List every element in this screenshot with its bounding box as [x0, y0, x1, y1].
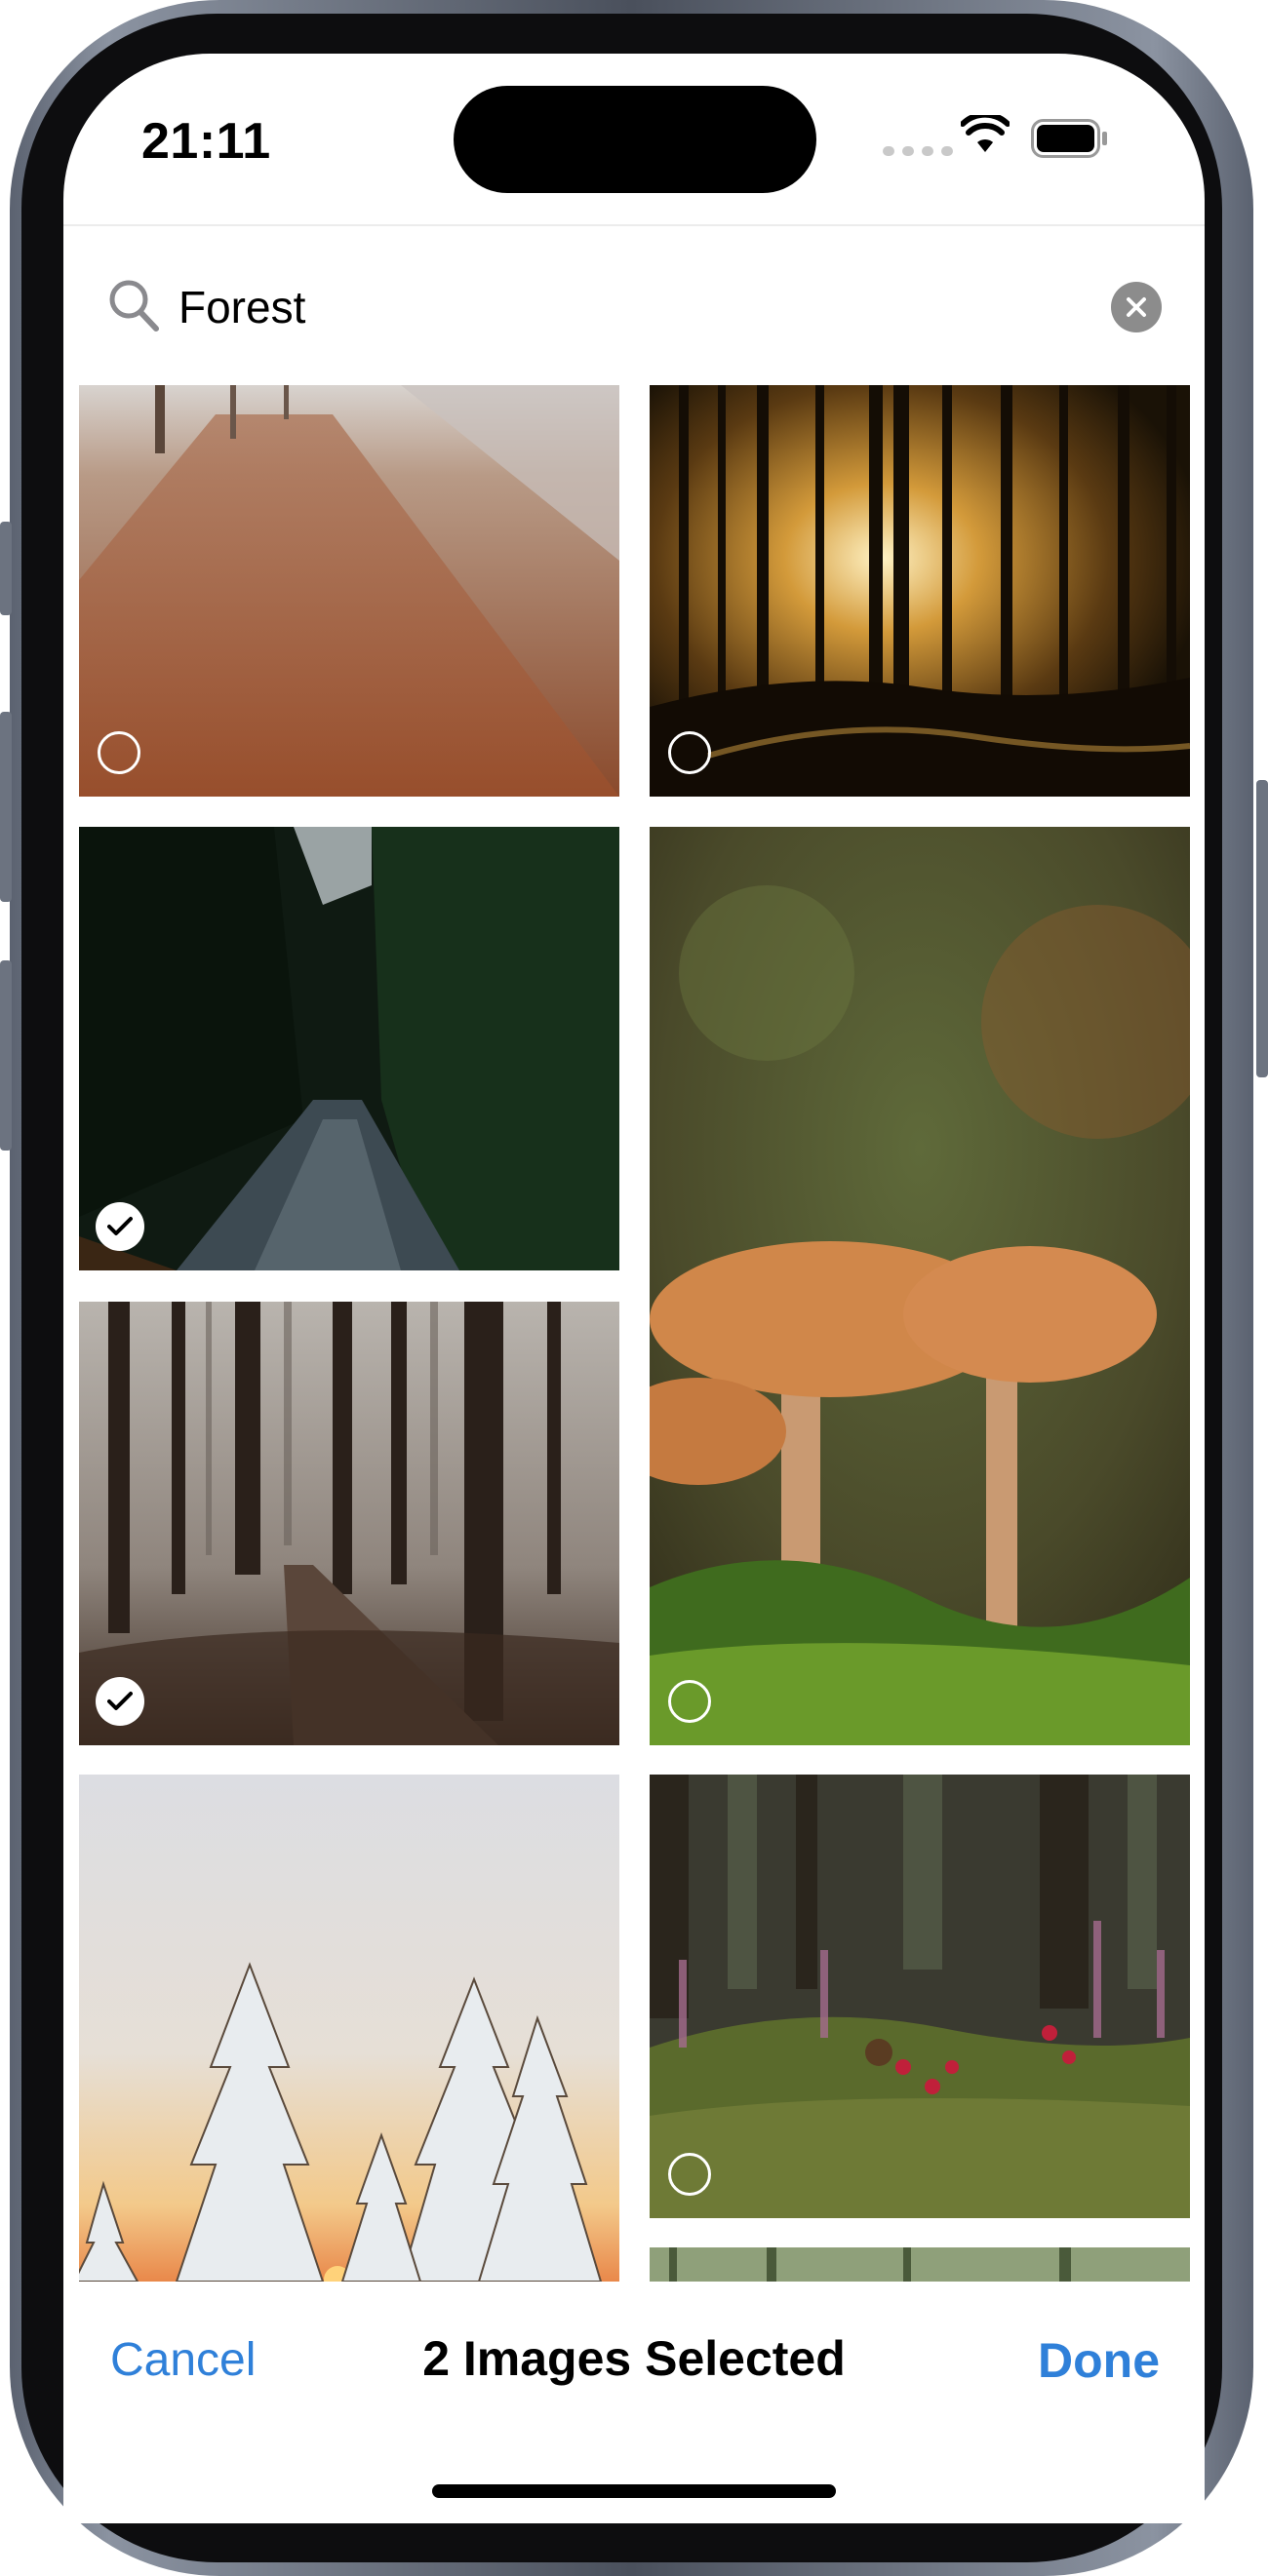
power-button — [1256, 780, 1268, 1077]
search-icon — [109, 280, 159, 332]
done-button[interactable]: Done — [1038, 2332, 1160, 2389]
photo-foggy-boardwalk-forest[interactable] — [79, 1302, 619, 1745]
action-button — [0, 522, 12, 615]
home-indicator[interactable] — [432, 2484, 836, 2498]
photo-sunbeams-forest[interactable] — [650, 385, 1190, 797]
battery-icon — [1031, 119, 1107, 158]
selected-checkmark-icon[interactable] — [96, 1202, 144, 1251]
dynamic-island — [454, 86, 816, 193]
photo-dark-road-forest[interactable] — [79, 827, 619, 1270]
selection-circle-icon[interactable] — [668, 1680, 711, 1723]
photo-snowy-trees-sunset[interactable] — [79, 1775, 619, 2282]
photo-grid — [63, 385, 1205, 2282]
clear-search-button[interactable] — [1111, 282, 1162, 332]
volume-down-button — [0, 960, 12, 1151]
photo-mushrooms-moss[interactable] — [650, 827, 1190, 1745]
close-icon — [1127, 297, 1146, 317]
photo-berries-heather-moss[interactable] — [650, 1775, 1190, 2218]
photo-frosty-leaf-path[interactable] — [79, 385, 619, 797]
header-divider — [63, 224, 1205, 226]
wifi-icon — [961, 115, 1010, 152]
status-time: 21:11 — [141, 113, 271, 170]
search-input[interactable] — [178, 276, 1056, 338]
signal-dots-icon — [883, 146, 953, 156]
volume-up-button — [0, 712, 12, 902]
photo-partial-forest-photo[interactable] — [650, 2247, 1190, 2282]
selected-checkmark-icon[interactable] — [96, 1677, 144, 1726]
selection-circle-icon[interactable] — [668, 731, 711, 774]
selection-circle-icon[interactable] — [668, 2153, 711, 2196]
selection-circle-icon[interactable] — [98, 731, 140, 774]
search-bar — [107, 276, 1170, 338]
